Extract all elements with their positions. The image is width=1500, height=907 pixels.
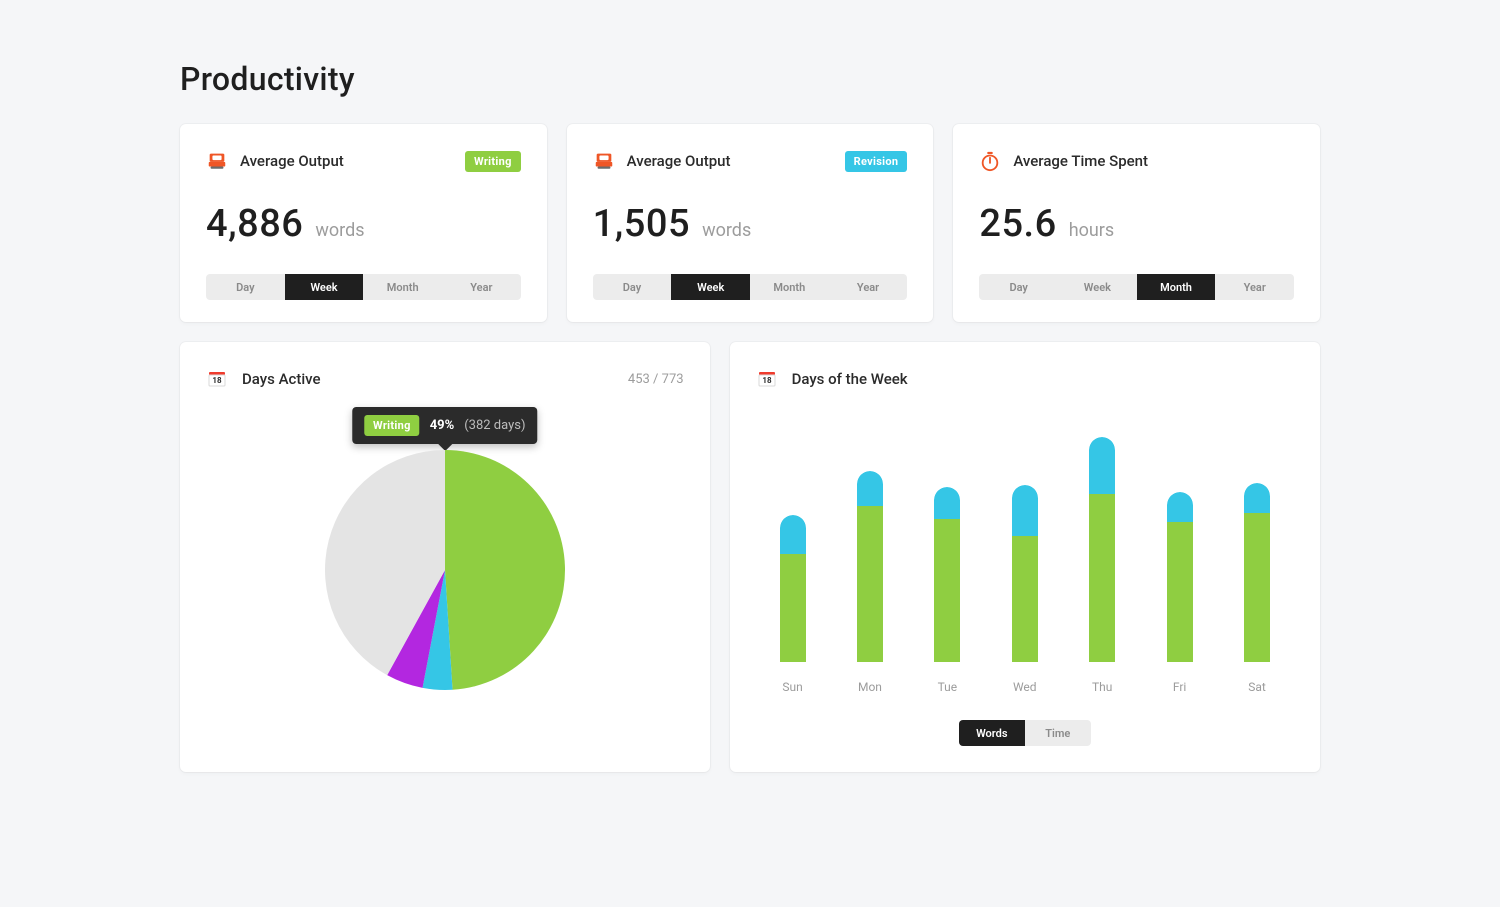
- bar-tue[interactable]: [934, 487, 960, 662]
- bar-label-sun: Sun: [780, 680, 806, 694]
- dow-toggle-time[interactable]: Time: [1025, 720, 1091, 746]
- bar-wed[interactable]: [1012, 485, 1038, 662]
- days-active-ratio: 453 / 773: [628, 372, 684, 387]
- time-range-option-month[interactable]: Month: [750, 274, 829, 300]
- stat-title: Average Output: [240, 152, 344, 170]
- stat-card-revision_output: Average Output Revision 1,505 words DayWeekM…: [567, 124, 934, 322]
- time-range-option-year[interactable]: Year: [442, 274, 521, 300]
- bar-mon[interactable]: [857, 471, 883, 662]
- bar-label-mon: Mon: [857, 680, 883, 694]
- stat-card-writing_output: Average Output Writing 4,886 words DayWeekMo…: [180, 124, 547, 322]
- pie-slice-writing[interactable]: [445, 450, 565, 690]
- stat-title: Average Output: [627, 152, 731, 170]
- tooltip-pct: 49%: [430, 418, 455, 433]
- pie-tooltip: Writing 49% (382 days): [352, 407, 537, 444]
- time-range-option-day[interactable]: Day: [979, 274, 1058, 300]
- time-range-option-month[interactable]: Month: [1137, 274, 1216, 300]
- bar-label-tue: Tue: [934, 680, 960, 694]
- time-range-option-year[interactable]: Year: [829, 274, 908, 300]
- tooltip-days: (382 days): [464, 418, 525, 433]
- stat-value: 4,886: [206, 202, 303, 246]
- time-range-option-day[interactable]: Day: [206, 274, 285, 300]
- tooltip-badge: Writing: [364, 415, 420, 436]
- time-range-option-year[interactable]: Year: [1215, 274, 1294, 300]
- typewriter-icon: [206, 150, 228, 172]
- days-active-pie: [315, 440, 575, 704]
- days-of-week-toggle: WordsTime: [959, 720, 1091, 746]
- bar-x-labels: Sun Mon Tue Wed Thu Fri Sat: [780, 680, 1270, 694]
- time-range-option-week[interactable]: Week: [1058, 274, 1137, 300]
- stopwatch-icon: [979, 150, 1001, 172]
- bar-label-wed: Wed: [1012, 680, 1038, 694]
- days-of-week-card: 18 Days of the Week Sun Mon Tue Wed Thu Fri Sa…: [730, 342, 1320, 772]
- stats-row: Average OutputWriting4,886wordsDayWeekMo…: [180, 124, 1320, 322]
- days-active-title: Days Active: [242, 370, 321, 388]
- time-range-option-week[interactable]: Week: [285, 274, 364, 300]
- svg-text:18: 18: [212, 376, 222, 385]
- bar-thu[interactable]: [1089, 437, 1115, 662]
- time-range-option-week[interactable]: Week: [671, 274, 750, 300]
- time-range-option-month[interactable]: Month: [363, 274, 442, 300]
- charts-row: 18 Days Active 453 / 773 Writing 49% (38…: [180, 342, 1320, 772]
- bar-label-thu: Thu: [1089, 680, 1115, 694]
- days-active-card: 18 Days Active 453 / 773 Writing 49% (38…: [180, 342, 710, 772]
- bar-sun[interactable]: [780, 515, 806, 662]
- stat-badge: Writing: [465, 151, 521, 172]
- bar-fri[interactable]: [1167, 492, 1193, 662]
- calendar-icon: 18: [206, 368, 228, 390]
- days-of-week-bars: [780, 432, 1270, 662]
- time-range-toggle: DayWeekMonthYear: [593, 274, 908, 300]
- stat-unit: words: [315, 220, 364, 241]
- calendar-icon: 18: [756, 368, 778, 390]
- time-range-option-day[interactable]: Day: [593, 274, 672, 300]
- stat-card-time_spent: Average Time Spent 25.6 hours DayWeekMonthY…: [953, 124, 1320, 322]
- stat-unit: hours: [1069, 220, 1115, 241]
- stat-value: 25.6: [979, 202, 1056, 246]
- bar-label-sat: Sat: [1244, 680, 1270, 694]
- time-range-toggle: DayWeekMonthYear: [979, 274, 1294, 300]
- page-title: Productivity: [180, 60, 1320, 98]
- svg-text:18: 18: [762, 376, 772, 385]
- stat-badge: Revision: [845, 151, 908, 172]
- stat-unit: words: [702, 220, 751, 241]
- dow-toggle-words[interactable]: Words: [959, 720, 1025, 746]
- stat-title: Average Time Spent: [1013, 152, 1148, 170]
- stat-value: 1,505: [593, 202, 690, 246]
- typewriter-icon: [593, 150, 615, 172]
- days-of-week-title: Days of the Week: [792, 370, 908, 388]
- time-range-toggle: DayWeekMonthYear: [206, 274, 521, 300]
- bar-label-fri: Fri: [1167, 680, 1193, 694]
- bar-sat[interactable]: [1244, 483, 1270, 662]
